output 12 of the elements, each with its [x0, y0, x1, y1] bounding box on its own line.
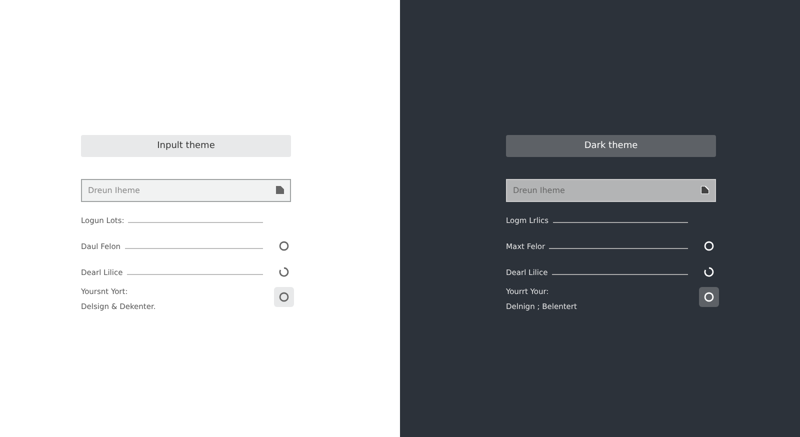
input-field[interactable]: Dreun Iheme	[506, 179, 716, 202]
theme-header-button[interactable]: Inpult theme	[81, 135, 291, 157]
theme-header-button[interactable]: Dark theme	[506, 135, 716, 157]
circle-icon	[704, 292, 714, 302]
refresh-icon[interactable]	[279, 267, 289, 277]
input-field[interactable]: Dreun Iheme	[81, 179, 291, 202]
circle-button[interactable]	[699, 287, 719, 307]
file-icon	[701, 186, 709, 194]
circle-icon[interactable]	[279, 241, 289, 251]
circle-icon	[279, 292, 289, 302]
circle-button[interactable]	[274, 287, 294, 307]
file-icon	[276, 186, 284, 194]
